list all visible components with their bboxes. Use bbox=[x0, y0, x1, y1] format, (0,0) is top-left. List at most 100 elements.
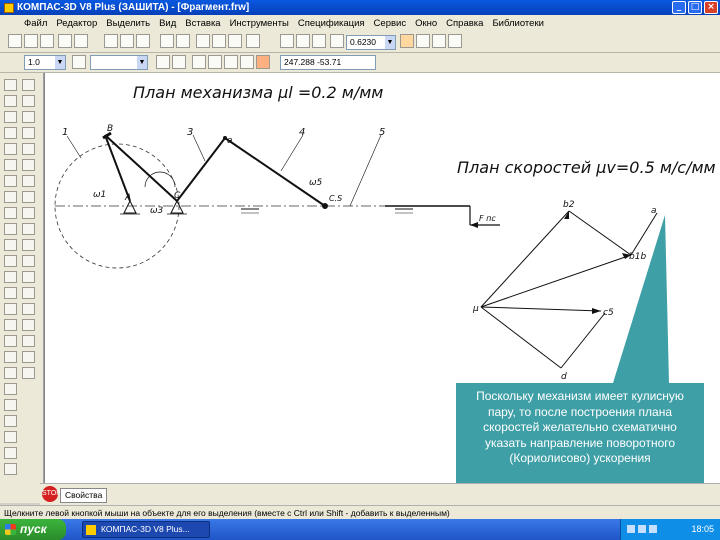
polygon-icon[interactable] bbox=[4, 367, 17, 379]
tangent-icon[interactable] bbox=[22, 127, 35, 139]
layer-combo[interactable]: 1.0 ▼ bbox=[24, 55, 66, 70]
perpendicular-icon[interactable] bbox=[22, 111, 35, 123]
arc-icon[interactable] bbox=[4, 287, 17, 299]
print-icon[interactable] bbox=[58, 34, 72, 48]
undo-icon[interactable] bbox=[160, 34, 174, 48]
polyline-icon[interactable] bbox=[4, 319, 17, 331]
segment-icon[interactable] bbox=[22, 79, 35, 91]
measure-icon[interactable] bbox=[4, 159, 17, 171]
menu-file[interactable]: Файл bbox=[24, 18, 47, 29]
line-icon[interactable] bbox=[4, 255, 17, 267]
grid-icon[interactable] bbox=[156, 55, 170, 69]
menu-select[interactable]: Выделить bbox=[106, 18, 150, 29]
volume-icon[interactable] bbox=[638, 525, 646, 533]
array-icon[interactable] bbox=[22, 367, 35, 379]
fillet-icon[interactable] bbox=[4, 399, 17, 411]
zoom-in-icon[interactable] bbox=[280, 34, 294, 48]
scale-tool-icon[interactable] bbox=[22, 271, 35, 283]
chevron-down-icon[interactable]: ▼ bbox=[385, 36, 395, 49]
trim-icon[interactable] bbox=[22, 207, 35, 219]
ortho-icon[interactable] bbox=[192, 55, 206, 69]
spline-icon[interactable] bbox=[4, 335, 17, 347]
parametrization-icon[interactable] bbox=[4, 143, 17, 155]
reports-icon[interactable] bbox=[4, 207, 17, 219]
geometry-icon[interactable] bbox=[4, 79, 17, 91]
properties-tab[interactable]: Свойства bbox=[60, 488, 108, 503]
chevron-down-icon[interactable]: ▼ bbox=[55, 56, 65, 69]
rectangle-icon[interactable] bbox=[4, 351, 17, 363]
menu-insert[interactable]: Вставка bbox=[185, 18, 220, 29]
start-button[interactable]: пуск bbox=[0, 519, 66, 540]
zoom-combo[interactable]: 0.6230 ▼ bbox=[346, 35, 396, 50]
ellipse-icon[interactable] bbox=[4, 303, 17, 315]
open-file-icon[interactable] bbox=[24, 34, 38, 48]
explode-icon[interactable] bbox=[22, 351, 35, 363]
contour-icon[interactable] bbox=[4, 447, 17, 459]
show-all-icon[interactable] bbox=[432, 34, 446, 48]
move-icon[interactable] bbox=[22, 239, 35, 251]
bindings-icon[interactable] bbox=[224, 55, 238, 69]
save-icon[interactable] bbox=[40, 34, 54, 48]
menu-window[interactable]: Окно bbox=[415, 18, 437, 29]
zoom-window-icon[interactable] bbox=[312, 34, 326, 48]
close-button[interactable]: × bbox=[704, 1, 718, 14]
deform-icon[interactable] bbox=[22, 319, 35, 331]
mirror-icon[interactable] bbox=[22, 287, 35, 299]
taskbar-item-kompas[interactable]: КОМПАС-3D V8 Plus... bbox=[82, 521, 210, 538]
tree-icon[interactable] bbox=[212, 34, 226, 48]
language-icon[interactable] bbox=[627, 525, 635, 533]
copy-tool-icon[interactable] bbox=[22, 303, 35, 315]
circle-icon[interactable] bbox=[4, 271, 17, 283]
zoom-out-icon[interactable] bbox=[296, 34, 310, 48]
vertical-icon[interactable] bbox=[22, 175, 35, 187]
menu-service[interactable]: Сервис bbox=[374, 18, 407, 29]
insert-icon[interactable] bbox=[4, 223, 17, 235]
break-icon[interactable] bbox=[22, 191, 35, 203]
local-cs-icon[interactable] bbox=[208, 55, 222, 69]
menu-tools[interactable]: Инструменты bbox=[230, 18, 289, 29]
bisector-icon[interactable] bbox=[22, 143, 35, 155]
extend-icon[interactable] bbox=[22, 223, 35, 235]
select-icon[interactable] bbox=[4, 175, 17, 187]
auxiliary-line-icon[interactable] bbox=[4, 463, 17, 475]
redo-icon[interactable] bbox=[176, 34, 190, 48]
minimize-button[interactable]: _ bbox=[672, 1, 686, 14]
designations-icon[interactable] bbox=[4, 111, 17, 123]
style-combo[interactable]: ▼ bbox=[90, 55, 148, 70]
menu-specification[interactable]: Спецификация bbox=[298, 18, 365, 29]
menu-help[interactable]: Справка bbox=[446, 18, 483, 29]
parametric-icon[interactable] bbox=[240, 55, 254, 69]
menu-edit[interactable]: Редактор bbox=[56, 18, 97, 29]
equidistant-icon[interactable] bbox=[4, 431, 17, 443]
chamfer-icon[interactable] bbox=[4, 383, 17, 395]
copy-icon[interactable] bbox=[120, 34, 134, 48]
network-icon[interactable] bbox=[649, 525, 657, 533]
zoom-scale-icon[interactable] bbox=[330, 34, 344, 48]
pan-icon[interactable] bbox=[400, 34, 414, 48]
point-icon[interactable] bbox=[4, 239, 17, 251]
chevron-down-icon[interactable]: ▼ bbox=[137, 56, 147, 69]
cursor-icon[interactable] bbox=[256, 55, 270, 69]
delete-icon[interactable] bbox=[22, 335, 35, 347]
horizontal-icon[interactable] bbox=[22, 159, 35, 171]
hatch-icon[interactable] bbox=[4, 415, 17, 427]
cut-icon[interactable] bbox=[104, 34, 118, 48]
menu-view[interactable]: Вид bbox=[159, 18, 176, 29]
help-pointer-icon[interactable] bbox=[246, 34, 260, 48]
variables-icon[interactable] bbox=[228, 34, 242, 48]
paste-icon[interactable] bbox=[136, 34, 150, 48]
manager-icon[interactable] bbox=[196, 34, 210, 48]
layer-icon[interactable] bbox=[72, 55, 86, 69]
rotate-tool-icon[interactable] bbox=[22, 255, 35, 267]
new-file-icon[interactable] bbox=[8, 34, 22, 48]
maximize-button[interactable]: □ bbox=[688, 1, 702, 14]
menu-libraries[interactable]: Библиотеки bbox=[492, 18, 543, 29]
refresh-icon[interactable] bbox=[416, 34, 430, 48]
stop-button[interactable]: STOP bbox=[42, 486, 61, 502]
spec-icon[interactable] bbox=[4, 191, 17, 203]
snap-icon[interactable] bbox=[172, 55, 186, 69]
edit-icon[interactable] bbox=[4, 127, 17, 139]
preview-icon[interactable] bbox=[74, 34, 88, 48]
coords-field[interactable]: 247.288 -53.71 bbox=[280, 55, 376, 70]
rotate-icon[interactable] bbox=[448, 34, 462, 48]
